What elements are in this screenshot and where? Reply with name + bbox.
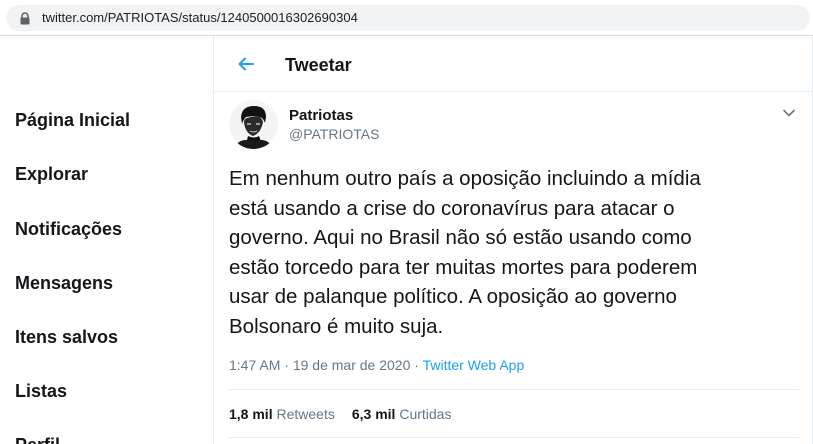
retweets-label: Retweets — [276, 406, 335, 422]
tweet-text: Em nenhum outro país a oposição incluind… — [229, 164, 799, 342]
tweet-text-line: estão torcedo para ter muitas mortes par… — [229, 255, 698, 279]
tweet-text-line: Bolsonaro é muito suja. — [229, 314, 444, 338]
tweet-text-line: Em nenhum outro país a oposição incluind… — [229, 167, 701, 190]
nav-item-explore[interactable]: Explorar — [15, 164, 88, 185]
page-title: Tweetar — [285, 55, 352, 75]
avatar[interactable] — [229, 100, 278, 149]
avatar-portrait-icon — [229, 100, 278, 149]
meta-separator: · — [284, 357, 289, 373]
likes-count: 6,3 mil — [351, 406, 396, 422]
browser-address-bar: twitter.com/PATRIOTAS/status/12405000163… — [0, 0, 813, 36]
nav-item-messages[interactable]: Mensagens — [15, 273, 113, 294]
url-text[interactable]: twitter.com/PATRIOTAS/status/12405000163… — [42, 10, 358, 25]
lock-icon[interactable] — [19, 12, 31, 25]
nav-item-home[interactable]: Página Inicial — [15, 110, 130, 131]
nav-item-lists[interactable]: Listas — [15, 381, 67, 402]
meta-separator: · — [414, 357, 419, 373]
tweet-time[interactable]: 1:47 AM — [229, 357, 280, 373]
author-handle[interactable]: @PATRIOTAS — [289, 126, 379, 142]
likes-stat[interactable]: 6,3 mil Curtidas — [352, 406, 452, 422]
tweet-text-line: usar de palanque político. A oposição ao… — [229, 285, 677, 309]
tweet-metadata: 1:47 AM · 19 de mar de 2020 · Twitter We… — [229, 357, 524, 373]
chevron-down-icon[interactable] — [782, 108, 796, 118]
nav-item-bookmarks[interactable]: Itens salvos — [15, 327, 118, 348]
tweet-date[interactable]: 19 de mar de 2020 — [293, 357, 411, 373]
author-name[interactable]: Patriotas — [289, 107, 353, 124]
tweet-stats: 1,8 mil Retweets 6,3 mil Curtidas — [229, 406, 451, 422]
metadata-divider — [229, 389, 799, 390]
header-divider — [214, 91, 812, 92]
tweet-text-line: está usando a crise do coronavírus para … — [229, 196, 675, 220]
url-field[interactable]: twitter.com/PATRIOTAS/status/12405000163… — [6, 5, 810, 31]
nav-item-profile[interactable]: Perfil — [15, 435, 60, 444]
likes-label: Curtidas — [399, 406, 452, 422]
stats-divider — [229, 437, 799, 438]
arrow-left-icon[interactable] — [236, 54, 256, 74]
nav-item-notifications[interactable]: Notificações — [15, 219, 122, 240]
retweets-stat[interactable]: 1,8 mil Retweets — [229, 406, 335, 422]
retweets-count: 1,8 mil — [229, 406, 273, 422]
tweet-text-line: governo. Aqui no Brasil não só estão usa… — [229, 226, 692, 250]
source-app-link[interactable]: Twitter Web App — [423, 357, 525, 373]
